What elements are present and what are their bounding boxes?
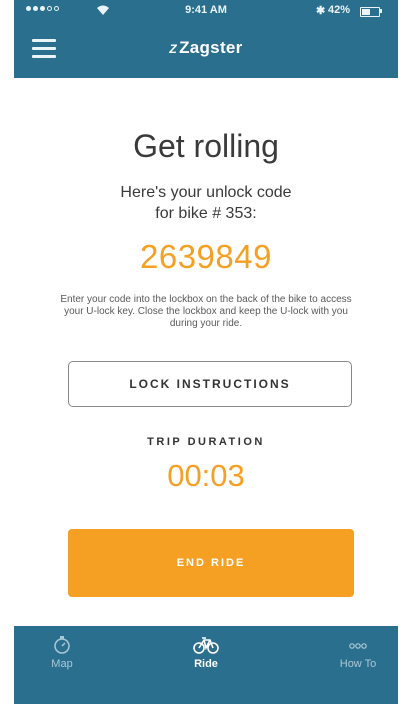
- unlock-code: 2639849: [140, 238, 272, 275]
- tab-label-how-to: How To: [339, 658, 377, 670]
- bike-icon: [193, 637, 219, 654]
- lock-instructions-button[interactable]: LOCK INSTRUCTIONS: [68, 361, 352, 407]
- device-bezel-right: [398, 0, 408, 704]
- brand-name: Zagster: [179, 38, 243, 57]
- trip-duration-value: 00:03: [167, 458, 245, 493]
- tab-how-to[interactable]: How To: [318, 634, 398, 670]
- page-title: Get rolling: [133, 128, 279, 164]
- bluetooth-icon: ✱: [316, 5, 326, 17]
- battery-percent: 42%: [328, 4, 351, 16]
- app-screen: 9:41 AM ✱ 42% Z Zagster Get rolling Here'…: [0, 0, 408, 704]
- caption-line-2: for bike # 353:: [155, 205, 257, 222]
- brand-logo: Z Zagster: [14, 38, 398, 58]
- device-bezel-left: [0, 0, 14, 704]
- caption-line-1: Here's your unlock code: [120, 184, 292, 201]
- unlock-code-caption: Here's your unlock code for bike # 353:: [14, 182, 398, 224]
- tab-ride[interactable]: Ride: [166, 634, 246, 670]
- ride-content: Get rolling Here's your unlock code for …: [14, 78, 398, 626]
- end-ride-button[interactable]: END RIDE: [68, 529, 354, 597]
- tab-label-map: Map: [51, 658, 73, 670]
- more-dots-icon: [349, 643, 367, 649]
- tab-map[interactable]: Map: [22, 634, 102, 670]
- battery-icon: [360, 7, 380, 17]
- bottom-tab-bar: Map Ride How To: [14, 626, 398, 704]
- brand-mark: Z: [169, 42, 178, 56]
- top-nav-bar: Z Zagster: [14, 22, 398, 78]
- compass-icon: [54, 636, 70, 654]
- lockbox-instructions-text: Enter your code into the lockbox on the …: [60, 294, 352, 329]
- trip-duration-label: TRIP DURATION: [147, 436, 265, 448]
- battery-cap: [380, 9, 382, 13]
- tab-label-ride: Ride: [194, 658, 218, 670]
- status-bar: 9:41 AM ✱ 42%: [14, 0, 398, 22]
